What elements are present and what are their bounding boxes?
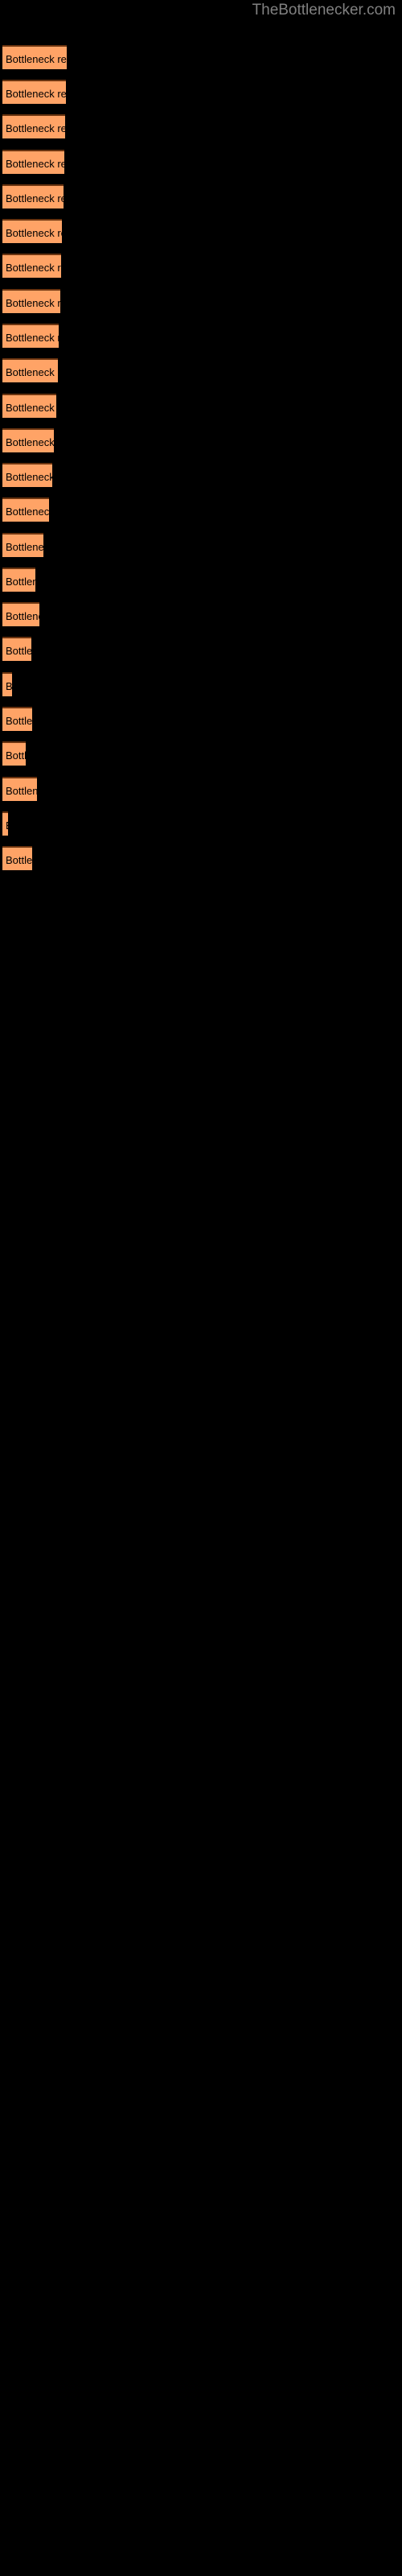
bar[interactable]: Bottleneck result: [2, 602, 39, 626]
bar[interactable]: Bottleneck result: [2, 358, 58, 382]
bar-label: Bottleneck result: [6, 122, 65, 134]
bar[interactable]: Bottleneck result: [2, 846, 32, 870]
bar[interactable]: Bottleneck result: [2, 45, 67, 69]
bar-label: Bottleneck result: [6, 506, 49, 518]
bar-label: Bottleneck result: [6, 192, 64, 204]
bar-label: Bottleneck result: [6, 645, 31, 657]
bar-label: Bottleneck result: [6, 749, 26, 762]
bar-label: Bottleneck result: [6, 610, 39, 622]
bar-label: Bottleneck result: [6, 541, 43, 553]
bar-label: Bottleneck result: [6, 817, 8, 834]
bar-label: Bottleneck result: [6, 854, 32, 866]
bottleneck-bar-chart: Bottleneck result Bottleneck result Bottle…: [0, 0, 402, 2576]
bar-label: Bottleneck result: [6, 332, 59, 344]
bar[interactable]: Bottleneck result: [2, 533, 43, 557]
bar[interactable]: Bottleneck result: [2, 394, 56, 418]
bar[interactable]: Bottleneck result: [2, 568, 35, 592]
bar[interactable]: Bottleneck result: [2, 184, 64, 208]
bar-label: Bottleneck result: [6, 158, 64, 170]
bar[interactable]: Bottleneck result: [2, 811, 8, 836]
bar[interactable]: Bottleneck result: [2, 150, 64, 174]
bar[interactable]: Bottleneck result: [2, 777, 37, 801]
bar[interactable]: Bottleneck result: [2, 289, 60, 313]
bar-label: Bottleneck result: [6, 227, 62, 239]
bar-label: Bottleneck result: [6, 262, 61, 274]
bar[interactable]: Bottleneck result: [2, 672, 12, 696]
bar-label: Bottleneck result: [6, 576, 35, 588]
bar-label: Bottleneck result: [6, 366, 58, 378]
bar-label: Bottleneck result: [6, 715, 32, 727]
bar[interactable]: Bottleneck result: [2, 463, 52, 487]
bar-label: Bottleneck result: [6, 436, 54, 448]
bar[interactable]: Bottleneck result: [2, 219, 62, 243]
bar-label: Bottleneck result: [6, 680, 12, 692]
bar-label: Bottleneck result: [6, 53, 67, 65]
bar-label: Bottleneck result: [6, 402, 56, 414]
bar[interactable]: Bottleneck result: [2, 497, 49, 522]
bar[interactable]: Bottleneck result: [2, 324, 59, 348]
bar-label: Bottleneck result: [6, 471, 52, 483]
bar[interactable]: Bottleneck result: [2, 114, 65, 138]
bar[interactable]: Bottleneck result: [2, 707, 32, 731]
bar[interactable]: Bottleneck result: [2, 428, 54, 452]
bar[interactable]: Bottleneck result: [2, 637, 31, 661]
bar[interactable]: Bottleneck result: [2, 254, 61, 278]
bar-label: Bottleneck result: [6, 88, 66, 100]
bar[interactable]: Bottleneck result: [2, 80, 66, 104]
bar-label: Bottleneck result: [6, 297, 60, 309]
bar[interactable]: Bottleneck result: [2, 741, 26, 766]
bar-label: Bottleneck result: [6, 785, 37, 797]
